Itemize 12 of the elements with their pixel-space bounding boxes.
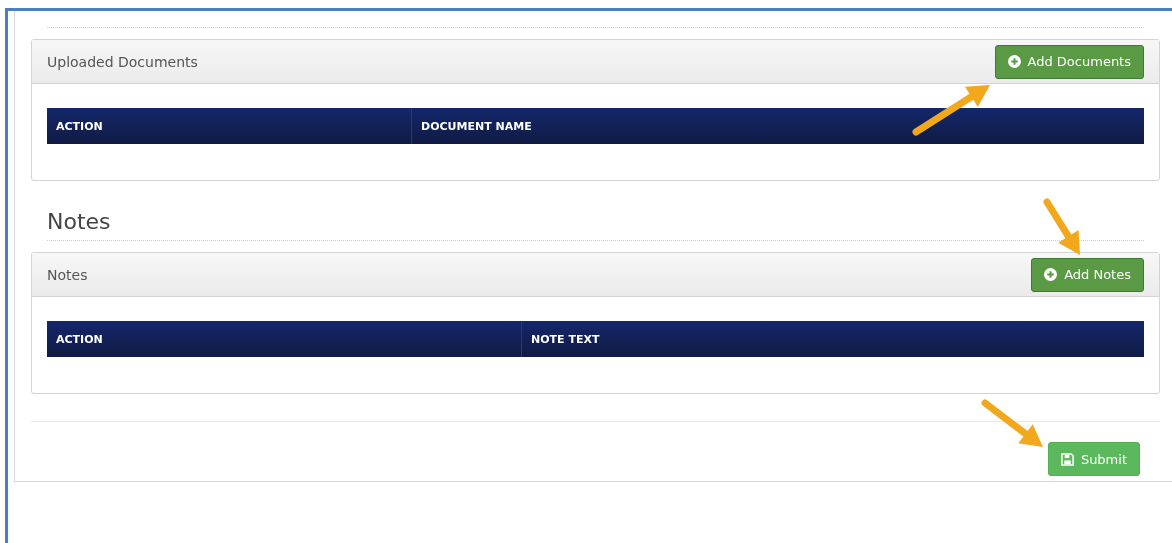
column-header: ACTION	[55, 118, 104, 135]
column-header: DOCUMENT NAME	[411, 108, 1144, 144]
plus-circle-icon	[1007, 55, 1021, 68]
panel-title: Uploaded Documents	[47, 53, 198, 70]
column-header: NOTE TEXT	[521, 321, 1144, 357]
panel-title: Notes	[47, 266, 88, 283]
add-button[interactable]: Add Notes	[1031, 257, 1144, 292]
submit-button[interactable]: Submit	[1047, 442, 1140, 476]
save-icon	[1060, 452, 1074, 466]
plus-circle-icon	[1044, 268, 1058, 281]
add-button[interactable]: Add Documents	[994, 44, 1144, 79]
column-header: ACTION	[55, 331, 104, 348]
